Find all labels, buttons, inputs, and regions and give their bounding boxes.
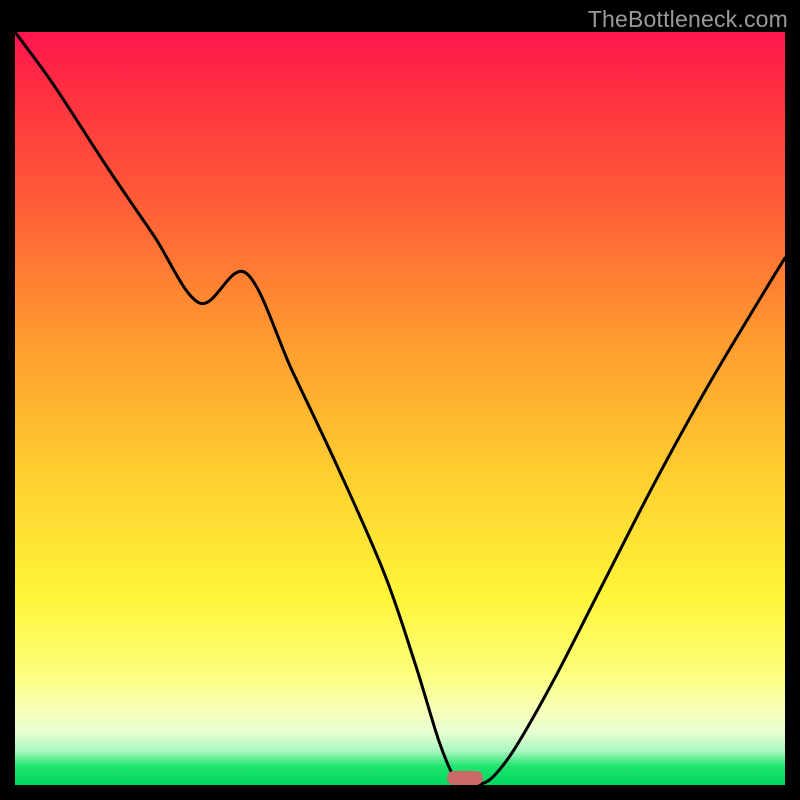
optimum-marker <box>447 771 483 785</box>
plot-area <box>15 32 785 785</box>
bottleneck-curve <box>15 32 785 785</box>
chart-frame: TheBottleneck.com <box>0 0 800 800</box>
watermark-text: TheBottleneck.com <box>588 6 788 33</box>
